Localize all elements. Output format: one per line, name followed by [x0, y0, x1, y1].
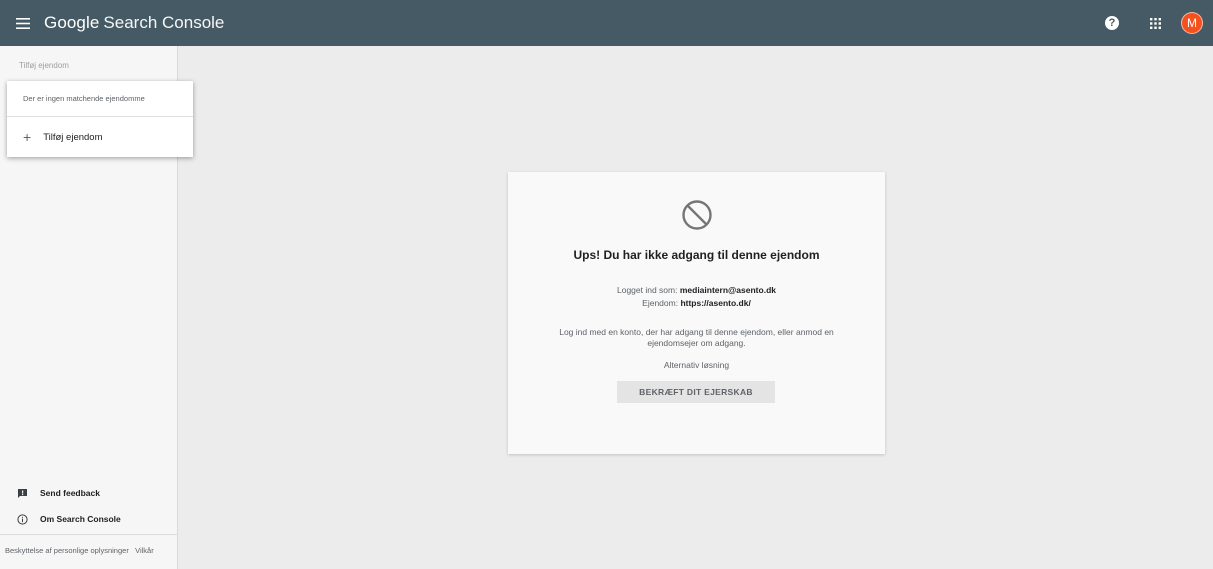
- block-icon: [682, 200, 712, 230]
- top-app-bar: Google Search Console ? M: [0, 0, 1213, 46]
- info-icon: [16, 513, 28, 525]
- property-line: Ejendom: https://asento.dk/: [508, 298, 885, 308]
- account-avatar[interactable]: M: [1181, 12, 1203, 34]
- avatar-initial: M: [1187, 16, 1197, 30]
- sidebar-footer-links: Send feedback Om Search Console: [0, 480, 178, 532]
- about-search-console-label: Om Search Console: [40, 514, 121, 524]
- add-property-menu-item[interactable]: + Tilføj ejendom: [7, 117, 193, 157]
- about-search-console-link[interactable]: Om Search Console: [0, 506, 178, 532]
- verify-ownership-button[interactable]: BEKRÆFT DIT EJERSKAB: [617, 381, 775, 403]
- help-icon[interactable]: ?: [1105, 16, 1119, 30]
- product-logo[interactable]: Google Search Console: [44, 13, 224, 33]
- property-prefix: Ejendom:: [642, 298, 679, 308]
- no-matching-properties-text: Der er ingen matchende ejendomme: [7, 81, 193, 117]
- card-title: Ups! Du har ikke adgang til denne ejendo…: [573, 248, 820, 262]
- brand-google: Google: [44, 13, 100, 32]
- alternative-solution-text: Alternativ løsning: [663, 360, 730, 370]
- top-actions: ? M: [1105, 0, 1203, 46]
- menu-icon[interactable]: [4, 0, 42, 46]
- property-url: https://asento.dk/: [680, 298, 751, 308]
- brand-product: Search Console: [103, 13, 225, 32]
- property-dropdown: Der er ingen matchende ejendomme + Tilfø…: [7, 81, 193, 157]
- privacy-link[interactable]: Beskyttelse af personlige oplysninger: [5, 546, 129, 555]
- send-feedback-label: Send feedback: [40, 488, 100, 498]
- property-selector-placeholder[interactable]: Tilføj ejendom: [19, 61, 69, 70]
- logged-in-line: Logget ind som: mediaintern@asento.dk: [508, 285, 885, 295]
- help-label: ?: [1108, 17, 1116, 29]
- terms-link[interactable]: Vilkår: [135, 546, 154, 555]
- logged-in-prefix: Logget ind som:: [616, 285, 678, 295]
- send-feedback-link[interactable]: Send feedback: [0, 480, 178, 506]
- plus-icon: +: [23, 129, 32, 145]
- apps-grid-icon[interactable]: [1147, 15, 1163, 31]
- sidebar-divider: [0, 534, 178, 535]
- feedback-icon: [16, 487, 28, 499]
- card-description: Log ind med en konto, der har adgang til…: [559, 327, 834, 348]
- legal-links: Beskyttelse af personlige oplysninger Vi…: [5, 545, 170, 556]
- access-denied-card: Ups! Du har ikke adgang til denne ejendo…: [508, 172, 885, 454]
- add-property-label: Tilføj ejendom: [43, 131, 103, 143]
- logged-in-email: mediaintern@asento.dk: [679, 285, 776, 295]
